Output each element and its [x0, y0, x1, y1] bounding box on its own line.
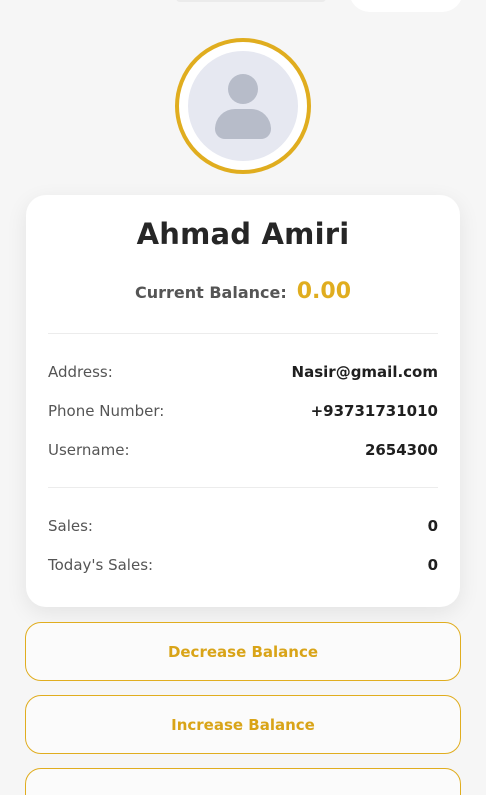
stat-value: 0 — [427, 556, 438, 574]
balance-value: 0.00 — [296, 279, 352, 304]
stat-value: 0 — [427, 517, 438, 535]
customer-name: Ahmad Amiri — [136, 217, 350, 251]
header-action-button[interactable] — [349, 0, 463, 12]
avatar[interactable] — [175, 38, 311, 174]
avatar-body-shape — [215, 109, 271, 139]
stat-label: Today's Sales: — [48, 556, 154, 574]
detail-label: Address: — [48, 363, 113, 381]
increase-balance-button[interactable]: Increase Balance — [25, 695, 461, 754]
stat-label: Sales: — [48, 517, 93, 535]
detail-label: Username: — [48, 441, 130, 459]
detail-value: +93731731010 — [310, 402, 438, 420]
divider — [48, 487, 438, 488]
decrease-balance-button[interactable]: Decrease Balance — [25, 622, 461, 681]
detail-row-address: Address: Nasir@gmail.com — [48, 361, 438, 383]
header-title-fragment — [176, 0, 326, 2]
user-placeholder-icon — [188, 51, 298, 161]
profile-card: Ahmad Amiri Current Balance: 0.00 Addres… — [26, 195, 460, 607]
stat-row-sales: Sales: 0 — [48, 515, 438, 537]
detail-row-username: Username: 2654300 — [48, 439, 438, 461]
balance-label: Current Balance: — [134, 283, 287, 302]
detail-row-phone: Phone Number: +93731731010 — [48, 400, 438, 422]
divider — [48, 333, 438, 334]
detail-value: 2654300 — [364, 441, 438, 459]
stat-row-todays-sales: Today's Sales: 0 — [48, 554, 438, 576]
detail-value: Nasir@gmail.com — [291, 363, 438, 381]
detail-label: Phone Number: — [48, 402, 165, 420]
current-balance: Current Balance: 0.00 — [26, 279, 460, 304]
avatar-head-shape — [228, 74, 258, 104]
additional-action-button[interactable] — [25, 768, 461, 795]
customer-profile-page: Ahmad Amiri Current Balance: 0.00 Addres… — [0, 0, 486, 795]
